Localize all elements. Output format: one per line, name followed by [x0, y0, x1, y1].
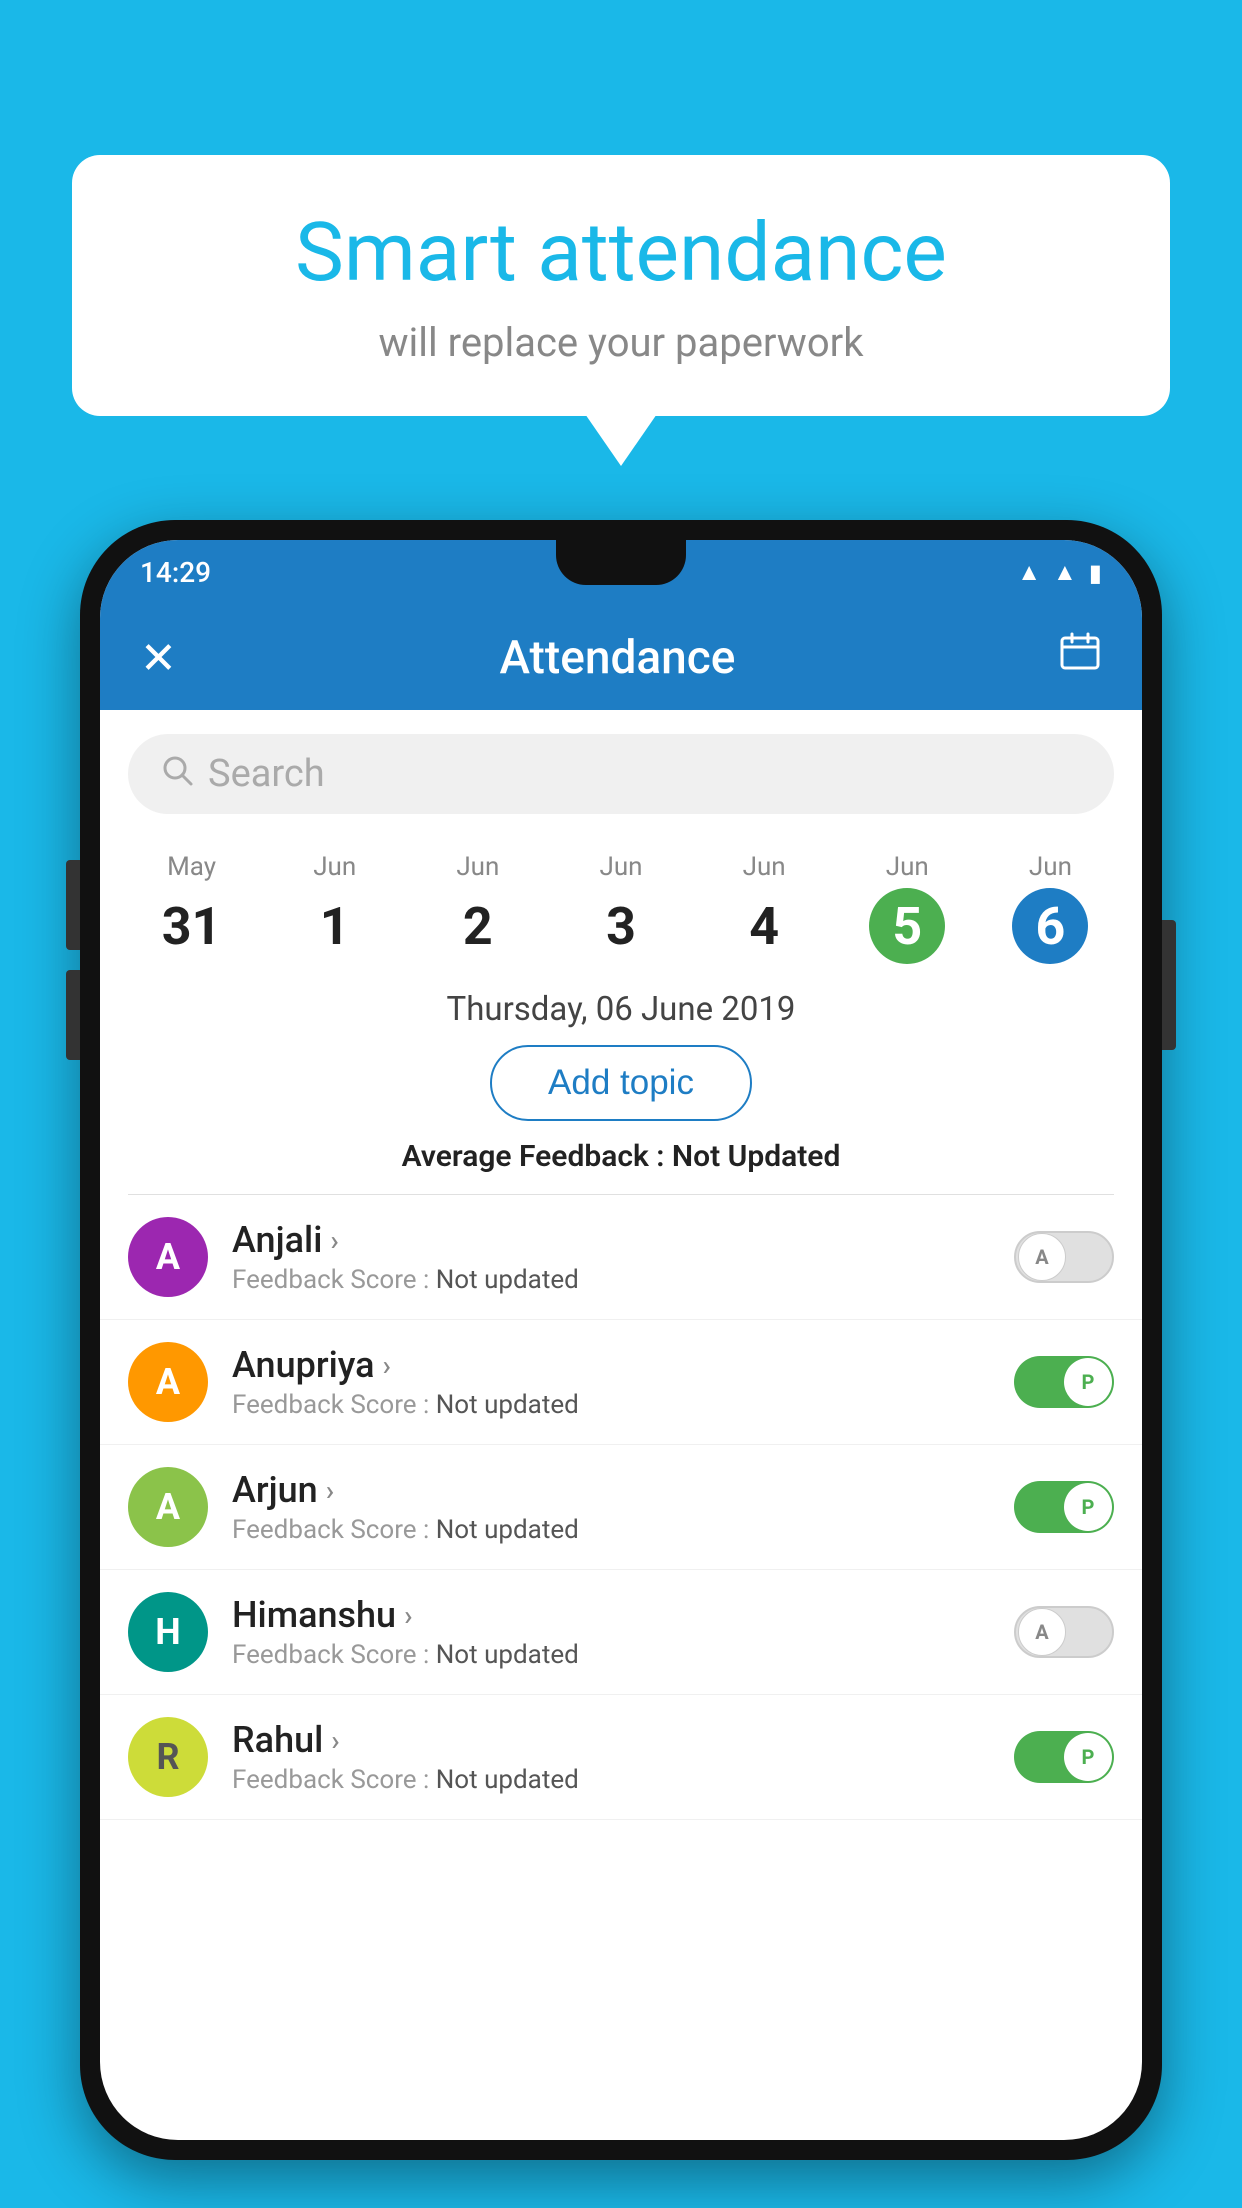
wifi-icon: ▲	[1017, 558, 1041, 587]
student-name-3: Himanshu ›	[232, 1594, 990, 1636]
attendance-toggle-3[interactable]: A	[1014, 1606, 1114, 1658]
student-feedback-1: Feedback Score : Not updated	[232, 1390, 990, 1420]
student-row-4[interactable]: R Rahul › Feedback Score : Not updated P	[100, 1695, 1142, 1820]
student-avatar-4: R	[128, 1717, 208, 1797]
date-month-4: Jun	[743, 852, 786, 882]
date-day-1: 1	[297, 888, 373, 964]
date-cell-1[interactable]: Jun 1	[263, 844, 406, 972]
date-month-0: May	[167, 852, 216, 882]
student-feedback-0: Feedback Score : Not updated	[232, 1265, 990, 1295]
student-info-0: Anjali › Feedback Score : Not updated	[232, 1219, 990, 1295]
toggle-knob-2: P	[1064, 1483, 1112, 1531]
date-cell-6[interactable]: Jun 6	[979, 844, 1122, 972]
student-avatar-3: H	[128, 1592, 208, 1672]
date-month-5: Jun	[886, 852, 929, 882]
attendance-toggle-0[interactable]: A	[1014, 1231, 1114, 1283]
chevron-icon-2: ›	[326, 1474, 334, 1507]
chevron-icon-0: ›	[330, 1224, 338, 1257]
toggle-knob-0: A	[1018, 1233, 1066, 1281]
status-time: 14:29	[140, 556, 211, 589]
chevron-icon-3: ›	[404, 1599, 412, 1632]
status-icons: ▲ ▲ ▮	[1017, 558, 1102, 587]
date-day-6: 6	[1012, 888, 1088, 964]
search-icon	[160, 753, 194, 796]
student-name-4: Rahul ›	[232, 1719, 990, 1761]
date-month-1: Jun	[313, 852, 356, 882]
student-avatar-1: A	[128, 1342, 208, 1422]
date-strip: May 31 Jun 1 Jun 2 Jun 3 Jun 4 Jun 5 Jun 6	[100, 832, 1142, 972]
student-row-0[interactable]: A Anjali › Feedback Score : Not updated A	[100, 1195, 1142, 1320]
student-info-3: Himanshu › Feedback Score : Not updated	[232, 1594, 990, 1670]
student-row-3[interactable]: H Himanshu › Feedback Score : Not updated A	[100, 1570, 1142, 1695]
status-bar: 14:29 ▲ ▲ ▮	[100, 540, 1142, 605]
volume-up-button	[66, 860, 80, 950]
date-cell-0[interactable]: May 31	[120, 844, 263, 972]
student-avatar-0: A	[128, 1217, 208, 1297]
close-button[interactable]: ✕	[140, 632, 177, 684]
student-feedback-3: Feedback Score : Not updated	[232, 1640, 990, 1670]
student-row-1[interactable]: A Anupriya › Feedback Score : Not updated P	[100, 1320, 1142, 1445]
student-name-1: Anupriya ›	[232, 1344, 990, 1386]
date-month-2: Jun	[456, 852, 499, 882]
selected-date: Thursday, 06 June 2019	[100, 990, 1142, 1029]
speech-bubble: Smart attendance will replace your paper…	[72, 155, 1170, 416]
chevron-icon-1: ›	[383, 1349, 391, 1382]
app-toolbar: ✕ Attendance	[100, 605, 1142, 710]
toolbar-title: Attendance	[499, 631, 735, 685]
speech-bubble-subtitle: will replace your paperwork	[132, 319, 1110, 366]
volume-down-button	[66, 970, 80, 1060]
feedback-label: Average Feedback :	[402, 1139, 672, 1174]
search-bar[interactable]: Search	[128, 734, 1114, 814]
student-feedback-2: Feedback Score : Not updated	[232, 1515, 990, 1545]
notch	[556, 540, 686, 585]
calendar-icon[interactable]	[1058, 630, 1102, 685]
date-day-5: 5	[869, 888, 945, 964]
student-name-0: Anjali ›	[232, 1219, 990, 1261]
battery-icon: ▮	[1089, 559, 1102, 587]
date-day-3: 3	[583, 888, 659, 964]
student-info-1: Anupriya › Feedback Score : Not updated	[232, 1344, 990, 1420]
toggle-knob-1: P	[1064, 1358, 1112, 1406]
date-day-0: 31	[154, 888, 230, 964]
attendance-toggle-1[interactable]: P	[1014, 1356, 1114, 1408]
phone-screen: 14:29 ▲ ▲ ▮ ✕ Attendance	[100, 540, 1142, 2140]
date-cell-2[interactable]: Jun 2	[406, 844, 549, 972]
date-month-6: Jun	[1029, 852, 1072, 882]
date-day-4: 4	[726, 888, 802, 964]
student-avatar-2: A	[128, 1467, 208, 1547]
student-info-2: Arjun › Feedback Score : Not updated	[232, 1469, 990, 1545]
attendance-toggle-2[interactable]: P	[1014, 1481, 1114, 1533]
signal-icon: ▲	[1053, 558, 1077, 587]
add-topic-button[interactable]: Add topic	[490, 1045, 752, 1121]
student-feedback-4: Feedback Score : Not updated	[232, 1765, 990, 1795]
feedback-average: Average Feedback : Not Updated	[100, 1139, 1142, 1174]
student-info-4: Rahul › Feedback Score : Not updated	[232, 1719, 990, 1795]
date-cell-5[interactable]: Jun 5	[836, 844, 979, 972]
feedback-value: Not Updated	[672, 1139, 840, 1174]
student-name-2: Arjun ›	[232, 1469, 990, 1511]
chevron-icon-4: ›	[331, 1724, 339, 1757]
students-list: AAnjali ›Feedback Score : Not updatedAAA…	[100, 1195, 1142, 1820]
date-cell-4[interactable]: Jun 4	[693, 844, 836, 972]
date-cell-3[interactable]: Jun 3	[549, 844, 692, 972]
date-day-2: 2	[440, 888, 516, 964]
date-month-3: Jun	[599, 852, 642, 882]
student-row-2[interactable]: A Arjun › Feedback Score : Not updated P	[100, 1445, 1142, 1570]
toggle-knob-3: A	[1018, 1608, 1066, 1656]
attendance-toggle-4[interactable]: P	[1014, 1731, 1114, 1783]
search-input-placeholder: Search	[208, 752, 325, 796]
speech-bubble-title: Smart attendance	[132, 205, 1110, 301]
toggle-knob-4: P	[1064, 1733, 1112, 1781]
power-button	[1162, 920, 1176, 1050]
phone-frame: 14:29 ▲ ▲ ▮ ✕ Attendance	[80, 520, 1162, 2160]
